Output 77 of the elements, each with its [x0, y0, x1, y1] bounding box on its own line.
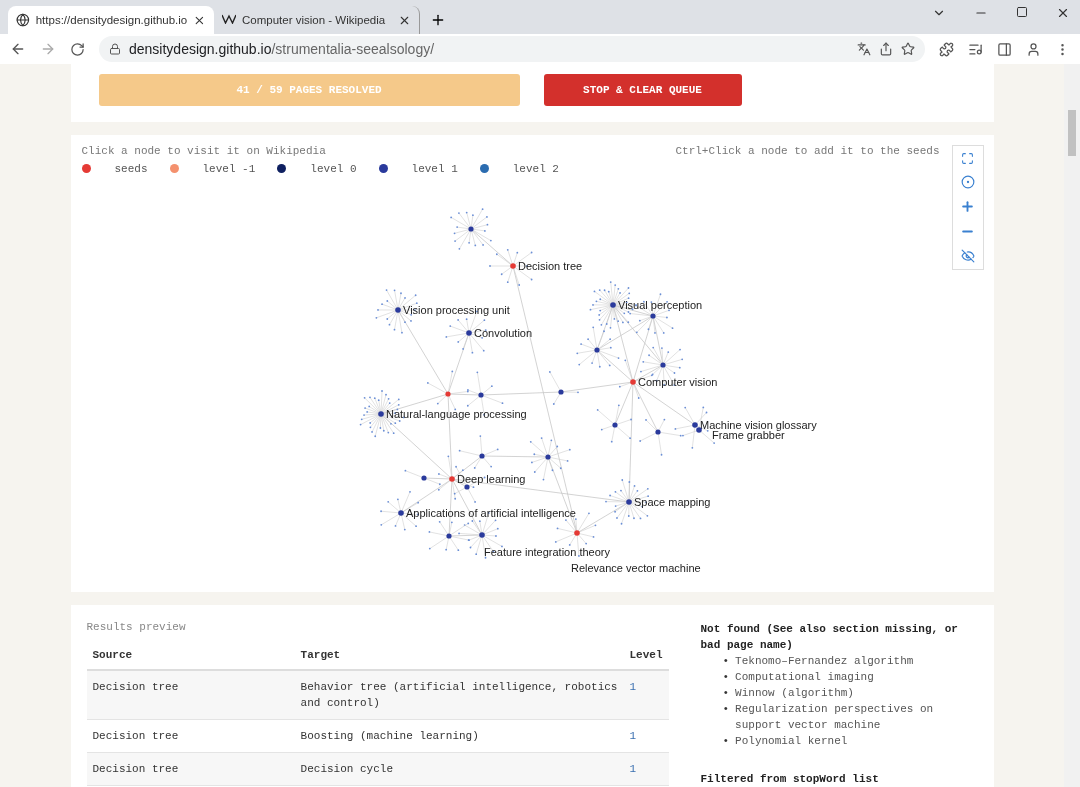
hint-text: Ctrl+Click a node to add it to the seeds [675, 144, 940, 157]
scrollbar[interactable] [1064, 64, 1080, 787]
graph-node[interactable] [394, 306, 401, 313]
level-link[interactable]: 1 [629, 763, 637, 775]
new-tab-icon[interactable] [430, 12, 446, 28]
results-title: Results preview [86, 621, 187, 633]
graph-node[interactable] [465, 329, 472, 336]
table-cell: Decision tree [86, 752, 295, 786]
resolved-count-banner: 41 / 59 PAGES RESOLVED [98, 74, 520, 106]
eye-off-icon[interactable] [960, 248, 975, 263]
graph-node[interactable] [478, 531, 485, 538]
star-icon[interactable] [901, 42, 915, 56]
graph-node[interactable] [509, 262, 516, 269]
address-bar[interactable]: densitydesign.github.io/strumentalia-seealsology/ [99, 36, 925, 62]
legend-label: level -1 [202, 162, 256, 175]
not-found-item: Computational imaging [735, 670, 874, 685]
extensions-icon[interactable] [939, 41, 954, 57]
filtered-title: Filtered from stopWord list [700, 772, 880, 787]
table-cell: Decision tree [86, 719, 295, 753]
media-icon[interactable] [968, 41, 983, 57]
not-found-item: Regularization perspectives on support vector machine [735, 702, 935, 733]
node-label[interactable]: Convolution [473, 326, 532, 339]
graph-node[interactable] [609, 301, 616, 308]
close-icon[interactable] [1056, 6, 1070, 20]
legend-label: level 2 [512, 162, 559, 175]
level-link[interactable]: 1 [629, 681, 637, 693]
graph-node[interactable] [573, 529, 580, 536]
side-panel-icon[interactable] [997, 41, 1012, 57]
graph-node[interactable] [448, 475, 455, 482]
node-label[interactable]: Feature integration theory [483, 545, 610, 558]
maximize-icon[interactable] [1016, 6, 1028, 18]
lock-icon [109, 43, 121, 55]
globe-icon [16, 13, 30, 27]
legend-label: level 0 [310, 162, 357, 175]
hint-text: Click a node to visit it on Wikipedia [81, 144, 326, 157]
graph-node[interactable] [625, 498, 632, 505]
graph-node[interactable] [629, 378, 636, 385]
node-label[interactable]: Relevance vector machine [570, 561, 701, 574]
node-label[interactable]: Space mapping [633, 495, 710, 508]
profile-icon[interactable] [1026, 41, 1041, 57]
graph-node[interactable] [397, 509, 404, 516]
browser-tab[interactable]: https://densitydesign.github.io [8, 6, 214, 34]
bullet: • [722, 686, 730, 701]
graph-node[interactable] [691, 421, 698, 428]
not-found-item: Teknomo–Fernandez algorithm [735, 654, 914, 669]
node-label[interactable]: Machine vision glossary [699, 418, 817, 431]
table-cell: Boosting (machine learning) [294, 719, 624, 753]
node-label[interactable]: Deep learning [456, 472, 525, 485]
bullet: • [722, 702, 730, 717]
legend-label: seeds [114, 162, 148, 175]
graph-node[interactable] [695, 426, 702, 433]
share-icon[interactable] [879, 42, 893, 56]
fit-icon[interactable] [961, 151, 974, 165]
node-label[interactable]: Visual perception [617, 298, 702, 311]
stop-button[interactable]: STOP & CLEAR QUEUE [543, 74, 742, 106]
node-label[interactable]: Decision tree [517, 259, 582, 272]
table-cell: Behavior tree (artificial intelligence, robotics and control) [294, 670, 624, 720]
node-label[interactable]: Computer vision [637, 375, 717, 388]
level-link[interactable]: 1 [629, 730, 637, 742]
translate-icon[interactable] [857, 42, 871, 56]
back-icon[interactable] [10, 41, 26, 57]
legend-label: level 1 [411, 162, 458, 175]
node-label[interactable]: Vision processing unit [402, 303, 510, 316]
center-icon[interactable] [960, 174, 975, 189]
bullet: • [722, 734, 730, 749]
table-cell: Decision cycle [294, 752, 624, 786]
node-label[interactable]: Natural-language processing [385, 407, 527, 420]
zoom-in-icon[interactable] [960, 198, 975, 214]
bullet: • [722, 654, 730, 669]
node-label[interactable]: Applications of artificial intelligence [405, 506, 576, 519]
bullet: • [722, 670, 730, 685]
reload-icon[interactable] [70, 41, 85, 57]
table-cell: Decision tree [86, 670, 295, 720]
not-found-item: Polynomial kernel [735, 734, 848, 749]
not-found-title: Not found (See also section missing, or bad page name) [700, 622, 959, 653]
graph-node[interactable] [377, 410, 384, 417]
not-found-item: Winnow (algorithm) [735, 686, 854, 701]
